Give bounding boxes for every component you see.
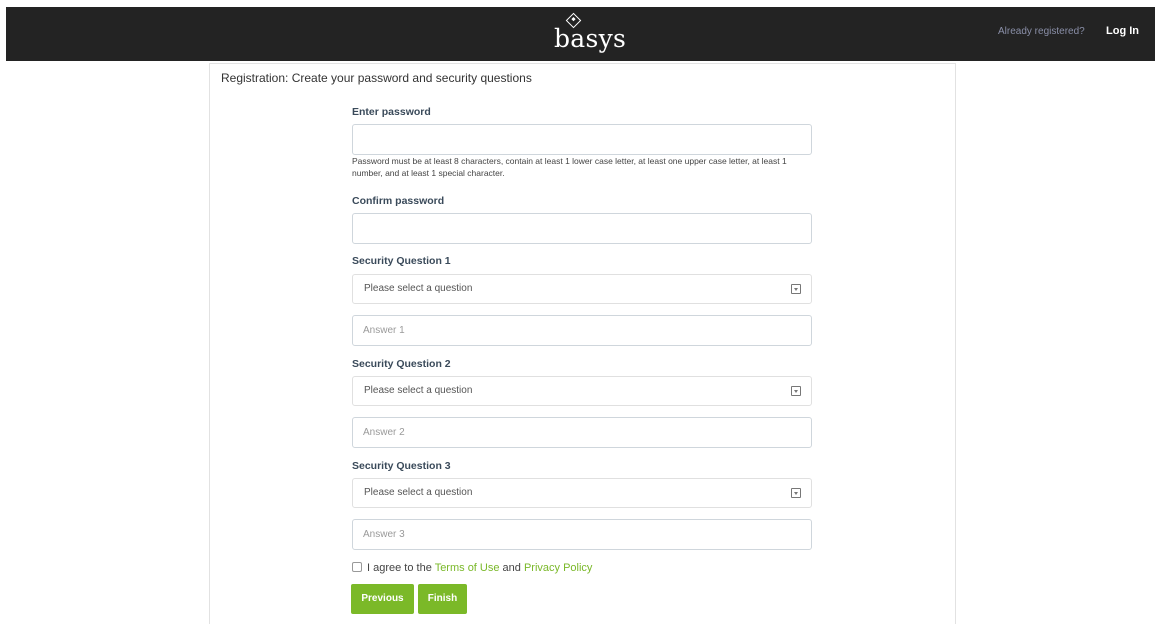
confirm-password-label: Confirm password [352, 195, 445, 207]
security-question-2-select[interactable]: Please select a question [352, 376, 812, 406]
agree-checkbox[interactable] [352, 562, 362, 572]
confirm-password-input[interactable] [352, 213, 812, 244]
answer-2-input[interactable] [352, 417, 812, 448]
select-value: Please select a question [364, 385, 473, 396]
terms-agreement: I agree to the Terms of Use and Privacy … [352, 562, 592, 574]
answer-3-input[interactable] [352, 519, 812, 550]
select-value: Please select a question [364, 487, 473, 498]
logo-text: basys [554, 24, 627, 53]
security-question-3-label: Security Question 3 [352, 460, 451, 472]
security-question-1-label: Security Question 1 [352, 255, 451, 267]
terms-of-use-link[interactable]: Terms of Use [435, 562, 500, 574]
agree-prefix: I agree to the [367, 562, 432, 574]
top-navbar: basys [6, 7, 1155, 61]
login-link[interactable]: Log In [1106, 25, 1139, 37]
password-input[interactable] [352, 124, 812, 155]
dropdown-caret-icon [791, 284, 801, 294]
password-hint: Password must be at least 8 characters, … [352, 156, 787, 178]
security-question-1-select[interactable]: Please select a question [352, 274, 812, 304]
select-value: Please select a question [364, 283, 473, 294]
page-title: Registration: Create your password and s… [221, 71, 532, 85]
privacy-policy-link[interactable]: Privacy Policy [524, 562, 592, 574]
security-question-2-label: Security Question 2 [352, 358, 451, 370]
basys-logo[interactable]: basys [554, 12, 627, 54]
dropdown-caret-icon [791, 488, 801, 498]
dropdown-caret-icon [791, 386, 801, 396]
answer-1-input[interactable] [352, 315, 812, 346]
finish-button[interactable]: Finish [418, 584, 467, 614]
previous-button[interactable]: Previous [351, 584, 414, 614]
enter-password-label: Enter password [352, 106, 431, 118]
agree-and: and [502, 562, 521, 574]
already-registered-text: Already registered? [998, 26, 1085, 37]
security-question-3-select[interactable]: Please select a question [352, 478, 812, 508]
